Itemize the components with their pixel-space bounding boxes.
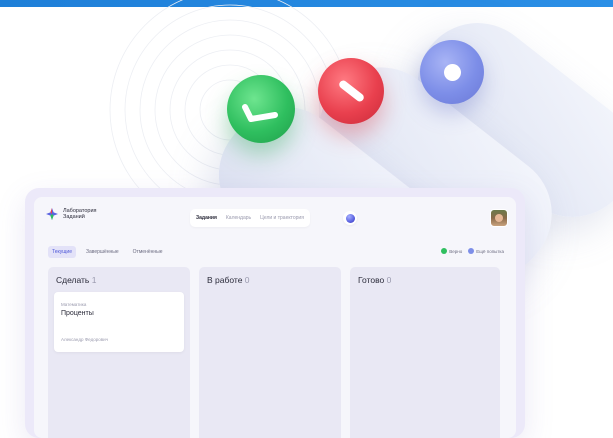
- star-logo-icon: [46, 208, 58, 220]
- app-window: Лаборатория Заданий Задания Календарь Це…: [25, 188, 525, 438]
- tab-current[interactable]: Текущие: [48, 246, 76, 258]
- card-author: Александр Федорович: [61, 337, 108, 342]
- legend-correct-label: Верно: [449, 248, 463, 254]
- user-avatar-icon[interactable]: [490, 209, 508, 227]
- column-done: Готово 0: [350, 267, 500, 438]
- column-title: Готово 0: [358, 275, 391, 285]
- main-nav: Задания Календарь Цели и траектория: [190, 209, 310, 227]
- tab-completed[interactable]: Завершённые: [82, 246, 123, 258]
- column-count: 1: [91, 275, 97, 285]
- status-legend: Верно Ещё попытка: [441, 248, 504, 254]
- globe-button[interactable]: [343, 211, 357, 225]
- column-title: В работе 0: [207, 275, 250, 285]
- card-subject: Математика: [61, 302, 87, 307]
- legend-correct: Верно: [441, 248, 462, 254]
- nav-tasks[interactable]: Задания: [196, 215, 217, 221]
- avatar-face: [495, 214, 503, 222]
- green-check-knob: [227, 75, 295, 143]
- legend-retry: Ещё попытка: [468, 248, 504, 254]
- column-title: Сделать 1: [56, 275, 96, 285]
- tab-cancelled[interactable]: Отменённые: [129, 246, 167, 258]
- card-title: Проценты: [61, 310, 94, 317]
- column-count: 0: [386, 275, 392, 285]
- nav-goals[interactable]: Цели и траектория: [260, 215, 304, 221]
- column-title-text: Готово: [358, 275, 385, 285]
- nav-calendar[interactable]: Календарь: [226, 215, 251, 221]
- retry-circle-icon: [468, 248, 475, 254]
- red-minus-knob: [318, 58, 384, 124]
- dot-icon: [444, 64, 461, 81]
- logo-line2: Заданий: [63, 214, 85, 220]
- check-icon: [242, 104, 278, 122]
- column-title-text: В работе: [207, 275, 243, 285]
- task-tabs: Текущие Завершённые Отменённые: [48, 246, 167, 258]
- logo-text: Лаборатория Заданий: [63, 208, 103, 220]
- check-circle-icon: [441, 248, 448, 254]
- column-todo: Сделать 1 Математика Проценты Александр …: [48, 267, 190, 438]
- logo[interactable]: Лаборатория Заданий: [46, 208, 103, 220]
- minus-icon: [337, 78, 366, 104]
- globe-icon: [345, 213, 355, 223]
- column-in-progress: В работе 0: [199, 267, 341, 438]
- legend-retry-label: Ещё попытка: [476, 248, 504, 254]
- column-count: 0: [244, 275, 250, 285]
- blue-dot-knob: [420, 40, 484, 104]
- task-card[interactable]: Математика Проценты Александр Федорович: [54, 292, 184, 352]
- column-title-text: Сделать: [56, 275, 90, 285]
- app-screen: Лаборатория Заданий Задания Календарь Це…: [34, 197, 516, 438]
